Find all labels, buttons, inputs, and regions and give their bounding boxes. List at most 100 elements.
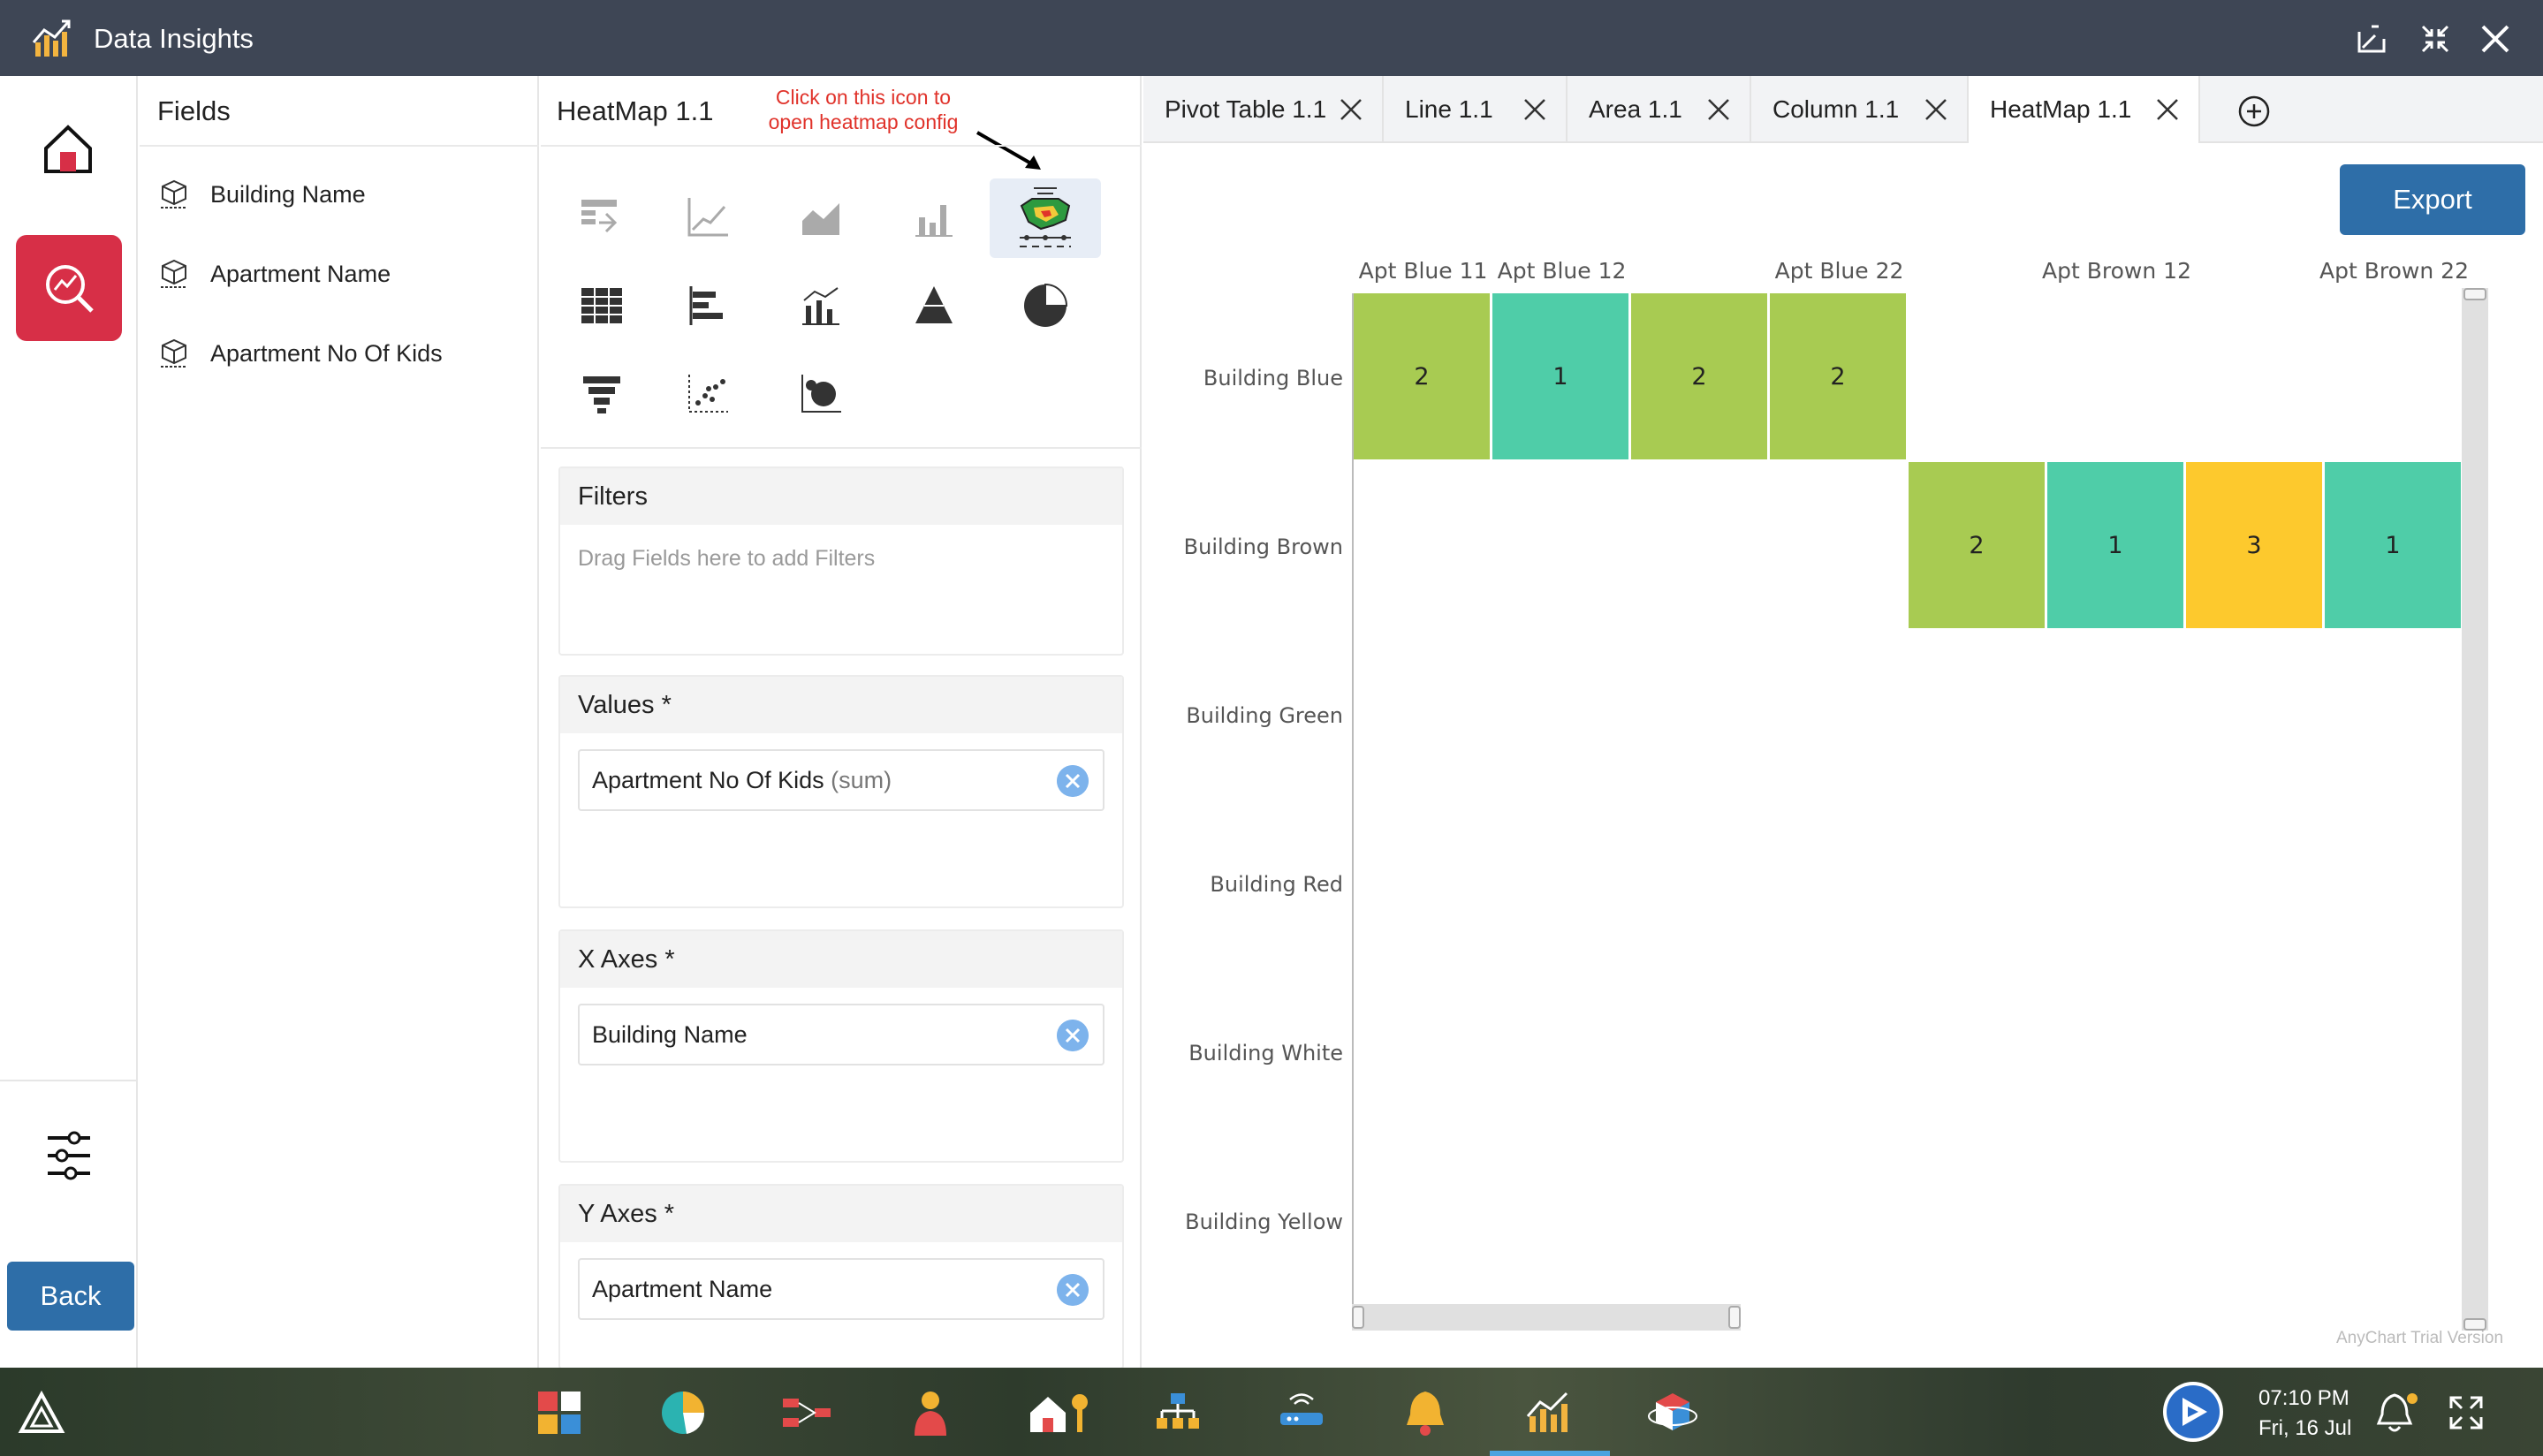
close-tab-icon[interactable] bbox=[1707, 98, 1730, 121]
rail-divider bbox=[0, 1080, 138, 1081]
start-triangle-icon[interactable] bbox=[16, 1387, 67, 1438]
table-type-button[interactable] bbox=[546, 270, 657, 341]
field-apartment-no-of-kids[interactable]: Apartment No Of Kids bbox=[157, 336, 443, 371]
heatmap-y-tick-label: Building White bbox=[1188, 1040, 1343, 1065]
pivot-table-icon bbox=[581, 200, 618, 233]
person-app-icon[interactable] bbox=[905, 1387, 956, 1438]
clock-date: Fri, 16 Jul bbox=[2258, 1416, 2352, 1440]
y-axes-field-chip[interactable]: Apartment Name bbox=[578, 1258, 1104, 1320]
filters-hint: Drag Fields here to add Filters bbox=[578, 546, 876, 571]
scatter-type-button[interactable] bbox=[652, 359, 763, 429]
heatmap-cell[interactable]: 1 bbox=[2325, 462, 2461, 628]
close-tab-icon[interactable] bbox=[1340, 98, 1363, 121]
area-type-button[interactable] bbox=[765, 182, 877, 253]
area-chart-icon bbox=[802, 203, 839, 235]
tab-area[interactable]: Area 1.1 bbox=[1568, 76, 1751, 143]
x-axes-field-chip[interactable]: Building Name bbox=[578, 1004, 1104, 1065]
field-label: Apartment Name bbox=[210, 260, 391, 287]
expand-screen-icon[interactable] bbox=[2441, 1387, 2492, 1438]
data-insights-app-icon[interactable] bbox=[1523, 1387, 1575, 1438]
line-type-button[interactable] bbox=[652, 182, 763, 253]
heatmap-cell[interactable]: 1 bbox=[1492, 293, 1628, 459]
cube-app-icon[interactable] bbox=[1647, 1387, 1698, 1438]
values-dropzone[interactable]: Values * Apartment No Of Kids (sum) bbox=[558, 675, 1124, 908]
heatmap-cell[interactable]: 2 bbox=[1354, 293, 1490, 459]
heatmap-x-tick-label: Apt Brown 12 bbox=[2042, 258, 2191, 284]
hierarchy-app-icon[interactable] bbox=[1152, 1387, 1203, 1438]
notification-bell-icon[interactable] bbox=[2372, 1387, 2423, 1438]
close-tab-icon[interactable] bbox=[1523, 98, 1546, 121]
bubble-type-button[interactable] bbox=[765, 359, 877, 429]
cube-field-icon bbox=[161, 179, 187, 209]
values-aggregation-label: (sum) bbox=[831, 767, 892, 793]
minimize-window-icon[interactable] bbox=[2354, 21, 2389, 57]
divider bbox=[140, 145, 539, 147]
remove-field-icon[interactable] bbox=[1057, 765, 1089, 797]
heatmap-x-tick-label: Apt Brown 22 bbox=[2319, 258, 2469, 284]
tab-pivot-table[interactable]: Pivot Table 1.1 bbox=[1143, 76, 1384, 143]
clock: 07:10 PM Fri, 16 Jul bbox=[2258, 1384, 2351, 1444]
field-apartment-name[interactable]: Apartment Name bbox=[157, 256, 391, 292]
clock-time: 07:10 PM bbox=[2258, 1386, 2349, 1410]
flow-app-icon[interactable] bbox=[781, 1387, 832, 1438]
bell-app-icon[interactable] bbox=[1400, 1387, 1451, 1438]
close-tab-icon[interactable] bbox=[2156, 98, 2179, 121]
home-key-app-icon[interactable] bbox=[1025, 1387, 1096, 1438]
x-axes-field-label: Building Name bbox=[592, 1021, 748, 1048]
active-app-indicator bbox=[1490, 1451, 1610, 1456]
tab-heatmap[interactable]: HeatMap 1.1 bbox=[1969, 76, 2200, 143]
heatmap-cell[interactable]: 2 bbox=[1909, 462, 2045, 628]
combo-chart-icon bbox=[802, 287, 839, 325]
remove-field-icon[interactable] bbox=[1057, 1020, 1089, 1051]
horizontal-scrollbar[interactable] bbox=[1352, 1304, 1741, 1331]
pivot-table-type-button[interactable] bbox=[546, 182, 657, 253]
tab-label: Column 1.1 bbox=[1773, 95, 1900, 123]
fullscreen-icon[interactable] bbox=[2418, 21, 2453, 57]
divider bbox=[541, 447, 1142, 449]
pyramid-type-button[interactable] bbox=[878, 270, 990, 341]
close-tab-icon[interactable] bbox=[1924, 98, 1947, 121]
window-title: Data Insights bbox=[94, 23, 254, 54]
funnel-type-button[interactable] bbox=[546, 359, 657, 429]
settings-sliders-icon[interactable] bbox=[44, 1127, 94, 1184]
analytics-search-icon bbox=[46, 265, 94, 313]
user-avatar-icon[interactable] bbox=[2160, 1378, 2227, 1445]
pie-chart-app-icon[interactable] bbox=[657, 1387, 709, 1438]
taskbar: 07:10 PM Fri, 16 Jul bbox=[0, 1368, 2543, 1456]
remove-field-icon[interactable] bbox=[1057, 1274, 1089, 1306]
y-axes-dropzone[interactable]: Y Axes * Apartment Name bbox=[558, 1184, 1124, 1369]
heatmap-cell[interactable]: 2 bbox=[1770, 293, 1906, 459]
x-axes-dropzone[interactable]: X Axes * Building Name bbox=[558, 929, 1124, 1163]
home-icon[interactable] bbox=[41, 122, 95, 177]
router-app-icon[interactable] bbox=[1276, 1387, 1327, 1438]
column-type-button[interactable] bbox=[878, 182, 990, 253]
values-field-chip[interactable]: Apartment No Of Kids (sum) bbox=[578, 749, 1104, 811]
scroll-handle-top[interactable] bbox=[2463, 288, 2486, 300]
pie-type-button[interactable] bbox=[990, 270, 1101, 341]
field-building-name[interactable]: Building Name bbox=[157, 177, 366, 212]
back-button[interactable]: Back bbox=[7, 1262, 134, 1331]
fields-panel-title: Fields bbox=[157, 95, 231, 126]
heatmap-cell[interactable]: 3 bbox=[2186, 462, 2322, 628]
tab-line[interactable]: Line 1.1 bbox=[1384, 76, 1568, 143]
y-axes-field-label: Apartment Name bbox=[592, 1276, 773, 1302]
bar-type-button[interactable] bbox=[652, 270, 763, 341]
tab-label: Line 1.1 bbox=[1405, 95, 1493, 123]
heatmap-cell[interactable]: 1 bbox=[2047, 462, 2183, 628]
vertical-scrollbar[interactable] bbox=[2462, 288, 2488, 1331]
scroll-handle-right[interactable] bbox=[1728, 1306, 1741, 1329]
combo-type-button[interactable] bbox=[765, 270, 877, 341]
scroll-handle-left[interactable] bbox=[1352, 1306, 1364, 1329]
column-chart-icon bbox=[915, 205, 953, 237]
export-button[interactable]: Export bbox=[2340, 164, 2525, 235]
heatmap-cell[interactable]: 2 bbox=[1631, 293, 1767, 459]
add-tab-icon[interactable] bbox=[2237, 95, 2271, 128]
close-window-icon[interactable] bbox=[2478, 21, 2513, 57]
title-bar: Data Insights bbox=[0, 0, 2543, 76]
dashboard-app-icon[interactable] bbox=[534, 1387, 585, 1438]
tab-column[interactable]: Column 1.1 bbox=[1751, 76, 1969, 143]
heatmap-type-button[interactable] bbox=[990, 178, 1101, 258]
nav-data-insights[interactable] bbox=[16, 235, 122, 341]
filters-dropzone[interactable]: Filters Drag Fields here to add Filters bbox=[558, 466, 1124, 656]
cube-field-icon bbox=[161, 338, 187, 368]
